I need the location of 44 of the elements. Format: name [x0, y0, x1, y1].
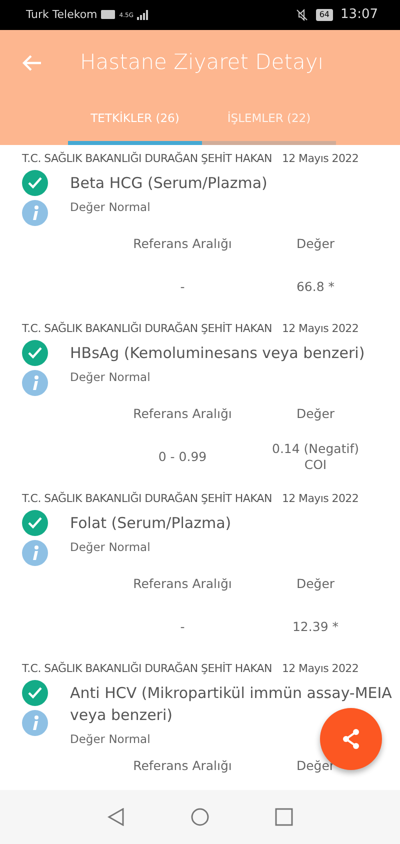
column-header: Değer	[295, 576, 336, 592]
result-date: 12 Mayıs 2022	[282, 151, 359, 167]
hospital-name: T.C. SAĞLIK BAKANLIĞI DURAĞAN ŞEHİT HAKAN	[22, 491, 272, 507]
test-name: Beta HCG (Serum/Plazma)	[70, 173, 268, 194]
column-header: Referans Aralığı	[132, 236, 233, 252]
status-text: Değer Normal	[70, 539, 150, 556]
column-header: Değer	[295, 406, 336, 422]
home-nav-icon[interactable]	[191, 808, 209, 826]
result-date: 12 Mayıs 2022	[282, 321, 359, 337]
test-name: Anti HCV (Mikropartikül immün assay-MEIA veya benzeri)	[70, 683, 393, 726]
status-text: Değer Normal	[70, 199, 150, 216]
hospital-name: T.C. SAĞLIK BAKANLIĞI DURAĞAN ŞEHİT HAKAN	[22, 321, 272, 337]
info-icon	[22, 710, 48, 736]
battery-level: 64	[316, 9, 333, 21]
column-header: Değer	[295, 236, 336, 252]
result-date: 12 Mayıs 2022	[282, 491, 359, 507]
hospital-name: T.C. SAĞLIK BAKANLIĞI DURAĞAN ŞEHİT HAKAN	[22, 151, 272, 167]
range-value: 0 - 0.99	[157, 449, 208, 465]
range-value: -	[179, 279, 186, 295]
clock-time: 13:07	[340, 6, 378, 24]
status-text: Değer Normal	[70, 369, 150, 386]
column-header: Referans Aralığı	[132, 406, 233, 422]
status-text: Değer Normal	[70, 731, 150, 748]
test-name: Folat (Serum/Plazma)	[70, 513, 232, 534]
info-icon	[22, 370, 48, 396]
range-value: -	[179, 619, 186, 635]
recents-nav-icon[interactable]	[275, 808, 293, 826]
result-date: 12 Mayıs 2022	[282, 661, 359, 677]
carrier-name: Turk Telekom	[26, 6, 98, 23]
result-value: 0.14 (Negatif) COI	[271, 441, 360, 473]
mute-icon	[296, 6, 308, 24]
tab[interactable]: İŞLEMLER (22)	[202, 95, 336, 145]
info-icon	[22, 540, 48, 566]
column-header: Değer	[295, 758, 336, 774]
column-header: Referans Aralığı	[132, 758, 233, 774]
result-value: 66.8 *	[295, 279, 336, 295]
result-value: 12.39 *	[291, 619, 340, 635]
test-name: HBsAg (Kemoluminesans veya benzeri)	[70, 343, 365, 364]
back-nav-icon[interactable]	[107, 808, 125, 826]
column-header: Referans Aralığı	[132, 576, 233, 592]
tab[interactable]: TETKİKLER (26)	[68, 95, 202, 145]
screen-title: Hastane Ziyaret Detayı	[80, 48, 324, 76]
hospital-name: T.C. SAĞLIK BAKANLIĞI DURAĞAN ŞEHİT HAKAN	[22, 661, 272, 677]
info-icon	[22, 200, 48, 226]
